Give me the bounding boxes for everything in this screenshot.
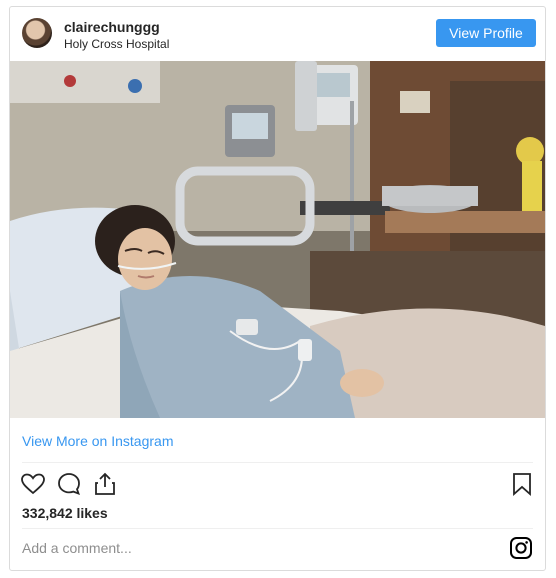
username[interactable]: clairechunggg	[64, 19, 160, 35]
heart-icon[interactable]	[20, 471, 46, 497]
divider	[22, 528, 533, 529]
location-label[interactable]: Holy Cross Hospital	[64, 37, 169, 51]
action-bar	[10, 467, 545, 501]
post-header: clairechunggg Holy Cross Hospital View P…	[10, 7, 545, 61]
post-photo[interactable]	[10, 61, 545, 418]
likes-count[interactable]: 332,842 likes	[22, 505, 108, 521]
view-profile-button[interactable]: View Profile	[436, 19, 536, 47]
instagram-icon[interactable]	[509, 536, 533, 560]
divider	[22, 462, 533, 463]
share-icon[interactable]	[92, 471, 118, 497]
hospital-photo-illustration	[10, 61, 545, 418]
instagram-embed-card: clairechunggg Holy Cross Hospital View P…	[9, 6, 546, 571]
comment-input[interactable]: Add a comment...	[22, 540, 132, 556]
avatar[interactable]	[22, 18, 52, 48]
speech-bubble-icon[interactable]	[56, 471, 82, 497]
view-more-on-instagram-link[interactable]: View More on Instagram	[22, 433, 173, 449]
bookmark-icon[interactable]	[509, 471, 535, 497]
